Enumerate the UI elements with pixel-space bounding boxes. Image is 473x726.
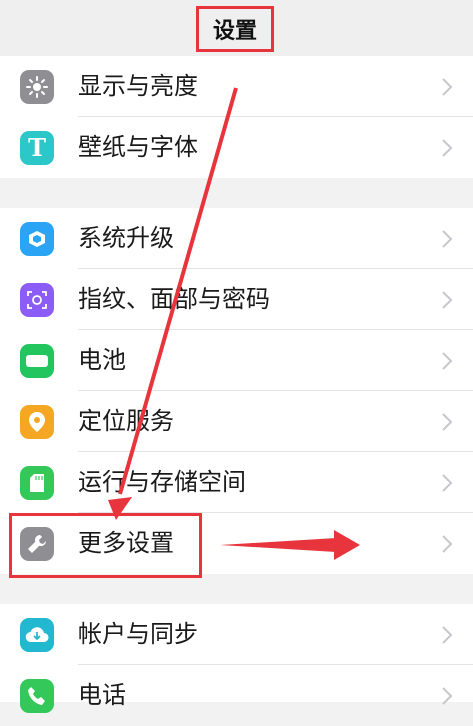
system-update-icon <box>20 222 54 256</box>
header-bar: 设置 <box>0 0 473 56</box>
settings-item-storage[interactable]: 运行与存储空间 <box>0 452 473 513</box>
settings-item-label: 帐户与同步 <box>78 620 198 648</box>
settings-group-display: 显示与亮度 T 壁纸与字体 <box>0 56 473 178</box>
phone-icon <box>20 679 54 713</box>
settings-item-display-brightness[interactable]: 显示与亮度 <box>0 56 473 117</box>
settings-item-label: 显示与亮度 <box>78 72 198 100</box>
settings-item-label: 电话 <box>78 681 126 709</box>
chevron-right-icon <box>442 535 453 553</box>
brightness-icon <box>20 70 54 104</box>
settings-item-phone[interactable]: 电话 <box>0 665 473 726</box>
settings-item-wallpaper-fonts[interactable]: T 壁纸与字体 <box>0 117 473 178</box>
face-fingerprint-icon <box>20 283 54 317</box>
settings-item-label: 电池 <box>78 346 126 374</box>
annotation-highlight-box <box>9 513 202 578</box>
chevron-right-icon <box>442 413 453 431</box>
chevron-right-icon <box>442 352 453 370</box>
chevron-right-icon <box>442 230 453 248</box>
settings-item-label: 定位服务 <box>78 407 174 435</box>
chevron-right-icon <box>442 139 453 157</box>
settings-group-accounts: 帐户与同步 电话 <box>0 604 473 713</box>
location-pin-icon <box>20 405 54 439</box>
chevron-right-icon <box>442 626 453 644</box>
battery-icon <box>20 344 54 378</box>
settings-item-label: 指纹、面部与密码 <box>78 285 270 313</box>
page-title-text: 设置 <box>212 19 257 44</box>
settings-item-location-services[interactable]: 定位服务 <box>0 391 473 452</box>
settings-item-accounts-sync[interactable]: 帐户与同步 <box>0 604 473 665</box>
settings-item-label: 运行与存储空间 <box>78 468 246 496</box>
settings-item-label: 壁纸与字体 <box>78 133 198 161</box>
cloud-sync-icon <box>20 618 54 652</box>
settings-item-system-update[interactable]: 系统升级 <box>0 208 473 269</box>
settings-item-battery[interactable]: 电池 <box>0 330 473 391</box>
chevron-right-icon <box>442 687 453 705</box>
settings-item-label: 系统升级 <box>78 224 174 252</box>
sd-card-icon <box>20 466 54 500</box>
chevron-right-icon <box>442 291 453 309</box>
font-t-icon: T <box>20 131 54 165</box>
settings-item-fingerprint-face-password[interactable]: 指纹、面部与密码 <box>0 269 473 330</box>
chevron-right-icon <box>442 78 453 96</box>
chevron-right-icon <box>442 474 453 492</box>
page-title: 设置 <box>196 6 274 52</box>
